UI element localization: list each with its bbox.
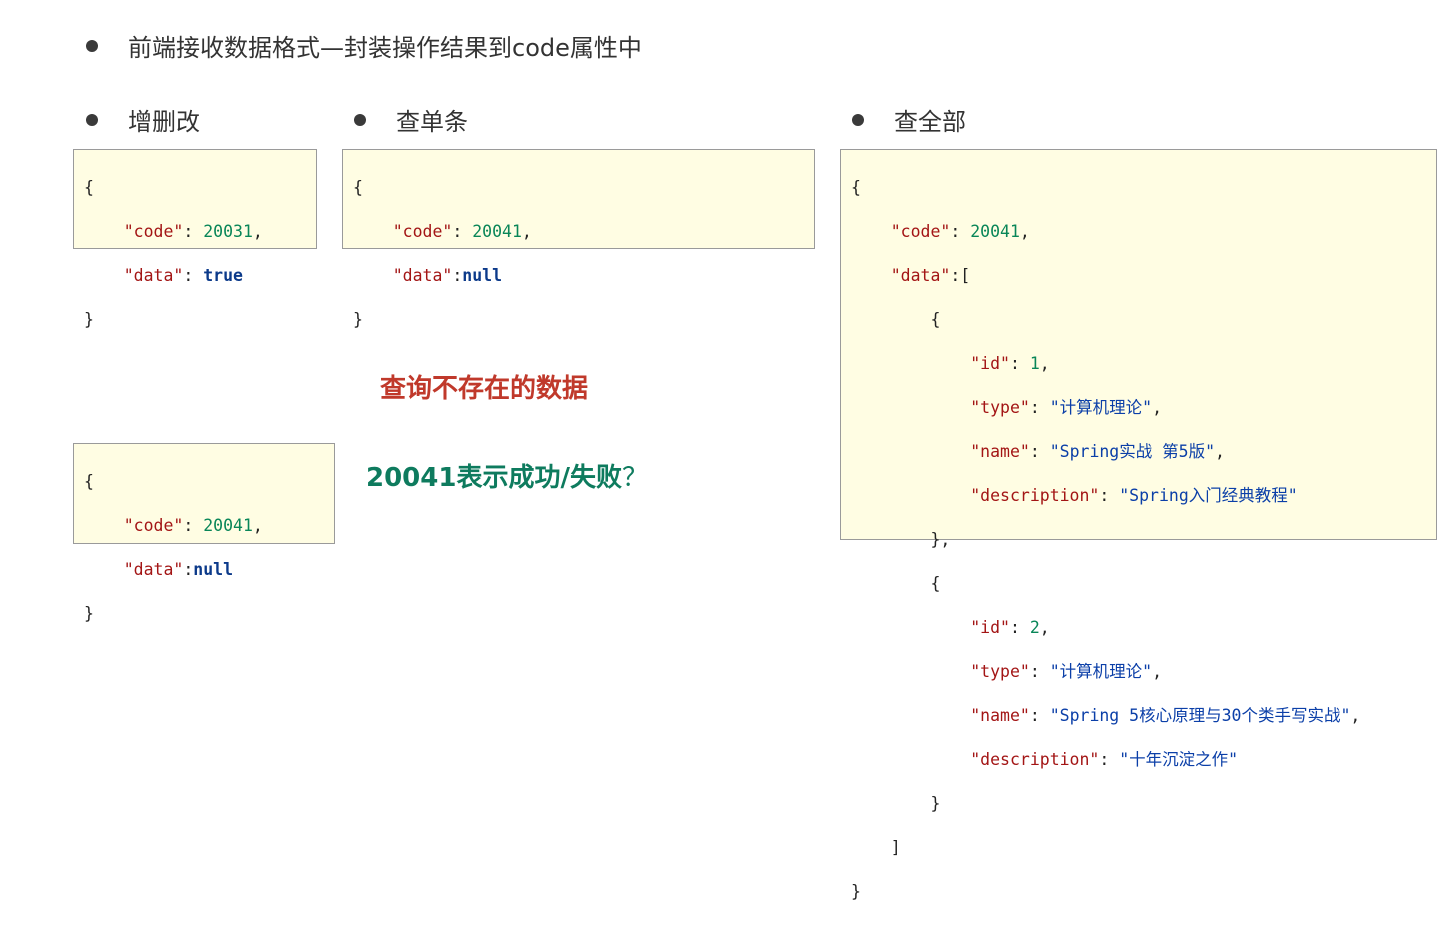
main-bullet: 前端接收数据格式—封装操作结果到code属性中 (86, 28, 642, 63)
json-key: "code" (123, 222, 184, 241)
note-query-missing: 查询不存在的数据 (380, 374, 589, 404)
json-key: "code" (392, 222, 453, 241)
code-box-cud: { "code": 20031, "data": true } (73, 149, 317, 329)
json-key: "id" (970, 354, 1010, 373)
json-number: 20041 (472, 222, 522, 241)
code-box-get-one: { "code": 20041, "data":null } (342, 149, 815, 329)
note-question: 20041表示成功/失败？ (366, 457, 648, 494)
section-label-cud: 增删改 (128, 108, 200, 136)
json-key: "name" (970, 706, 1030, 725)
bullet-dot-icon (354, 113, 366, 126)
section-label-get-one: 查单条 (396, 108, 468, 136)
json-string: "Spring 5核心原理与30个类手写实战" (1049, 706, 1351, 725)
json-string: "计算机理论" (1049, 398, 1153, 417)
section-get-all: 查全部 (852, 102, 966, 137)
section-get-one: 查单条 (354, 102, 468, 137)
json-string: "计算机理论" (1049, 662, 1153, 681)
json-number: 20041 (203, 516, 253, 535)
code-box-get-all: { "code": 20041, "data":[ { "id": 1, "ty… (840, 149, 1437, 901)
code-box-not-found: { "code": 20041, "data":null } (73, 443, 335, 623)
json-key: "code" (123, 516, 184, 535)
section-cud: 增删改 (86, 102, 200, 137)
json-key: "id" (970, 618, 1010, 637)
json-number: 2 (1029, 618, 1040, 637)
json-number: 1 (1029, 354, 1040, 373)
json-key: "description" (970, 750, 1100, 769)
question-mark: ？ (621, 463, 648, 493)
bullet-dot-icon (852, 113, 864, 126)
json-key: "description" (970, 486, 1100, 505)
json-keyword: null (462, 266, 503, 285)
json-key: "data" (392, 266, 453, 285)
json-key: "code" (890, 222, 951, 241)
section-label-get-all: 查全部 (894, 108, 966, 136)
json-keyword: null (193, 560, 234, 579)
page-heading: 前端接收数据格式—封装操作结果到code属性中 (128, 34, 642, 62)
json-key: "data" (890, 266, 951, 285)
bullet-dot-icon (86, 113, 98, 126)
json-key: "data" (123, 560, 184, 579)
note-question-text: 20041表示成功/失败 (366, 463, 622, 493)
json-key: "name" (970, 442, 1030, 461)
json-key: "type" (970, 662, 1030, 681)
json-string: "十年沉淀之作" (1119, 750, 1239, 769)
json-string: "Spring入门经典教程" (1119, 486, 1298, 505)
json-key: "data" (123, 266, 184, 285)
json-key: "type" (970, 398, 1030, 417)
json-number: 20031 (203, 222, 253, 241)
json-keyword: true (203, 266, 243, 285)
json-string: "Spring实战 第5版" (1049, 442, 1216, 461)
bullet-dot-icon (86, 39, 98, 52)
json-number: 20041 (970, 222, 1020, 241)
